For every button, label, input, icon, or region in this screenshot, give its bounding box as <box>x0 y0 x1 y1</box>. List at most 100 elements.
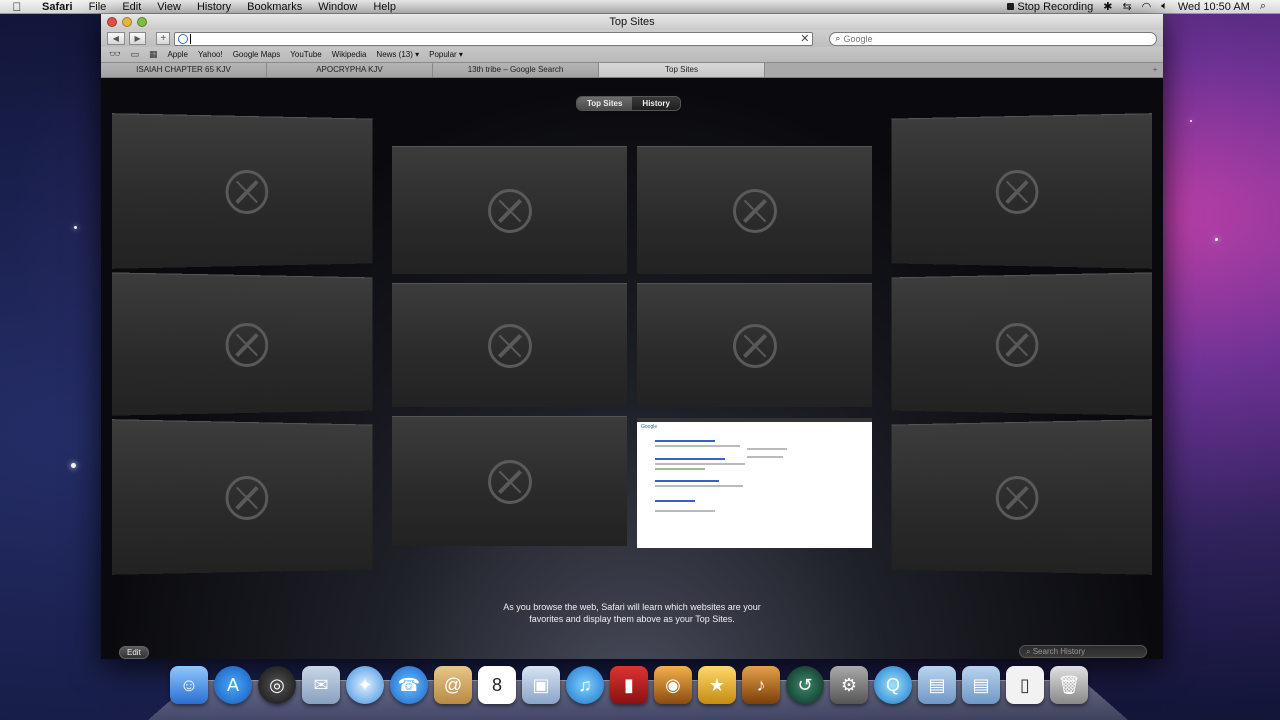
safari-icon[interactable]: ✦ <box>346 666 384 704</box>
top-site-thumbnail[interactable] <box>637 146 872 274</box>
window-controls <box>107 17 147 27</box>
edit-button[interactable]: Edit <box>119 646 149 659</box>
result-link <box>655 500 695 502</box>
menu-edit[interactable]: Edit <box>114 1 149 13</box>
bookmark-youtube[interactable]: YouTube <box>290 50 321 59</box>
safari-compass-icon <box>995 475 1039 520</box>
google-results-thumbnail[interactable]: Google <box>637 418 872 548</box>
star <box>1190 120 1192 122</box>
ichat-icon[interactable]: ☎ <box>390 666 428 704</box>
tab-13th-tribe[interactable]: 13th tribe – Google Search <box>433 63 599 77</box>
top-site-thumbnail[interactable] <box>891 113 1152 269</box>
bookmark-wikipedia[interactable]: Wikipedia <box>332 50 367 59</box>
search-icon: ⌕ <box>835 33 841 43</box>
sync-icon[interactable]: ⇆ <box>1122 0 1131 13</box>
tab-apocrypha[interactable]: APOCRYPHA KJV <box>267 63 433 77</box>
top-site-thumbnail[interactable] <box>392 283 627 407</box>
bookmark-popular-folder[interactable]: Popular ▾ <box>429 50 463 59</box>
bookmark-news-folder[interactable]: News (13) ▾ <box>376 50 419 59</box>
top-site-thumbnail[interactable] <box>637 283 872 407</box>
apple-menu-icon[interactable]:  <box>0 0 34 14</box>
menu-bookmarks[interactable]: Bookmarks <box>239 1 310 13</box>
volume-icon[interactable]: 🔈︎ <box>1161 0 1168 13</box>
preview-icon[interactable]: ▣ <box>522 666 560 704</box>
search-history-input[interactable]: ⌕ Search History <box>1019 645 1147 658</box>
stop-recording-label: Stop Recording <box>1017 0 1094 13</box>
top-site-thumbnail[interactable] <box>112 113 373 269</box>
top-sites-message: As you browse the web, Safari will learn… <box>101 601 1163 625</box>
top-site-thumbnail[interactable] <box>392 416 627 546</box>
clear-url-icon[interactable]: ✕ <box>800 32 809 45</box>
title-bar[interactable]: Top Sites <box>101 14 1163 30</box>
itunes-icon[interactable]: ♫ <box>566 666 604 704</box>
forward-button[interactable]: ▶ <box>128 32 147 45</box>
menu-clock[interactable]: Wed 10:50 AM <box>1178 1 1250 13</box>
seg-top-sites[interactable]: Top Sites <box>577 97 633 110</box>
menu-bar:  Safari File Edit View History Bookmark… <box>0 0 1280 14</box>
back-button[interactable]: ◀ <box>107 32 125 45</box>
bookmark-apple[interactable]: Apple <box>167 50 187 59</box>
iphoto-icon[interactable]: ◉ <box>654 666 692 704</box>
search-field[interactable]: ⌕ Google <box>829 31 1157 46</box>
seg-history[interactable]: History <box>632 97 680 110</box>
tab-isaiah[interactable]: ISAIAH CHAPTER 65 KJV <box>101 63 267 77</box>
google-logo: Google <box>641 424 658 430</box>
wifi-icon[interactable]: ◠ <box>1142 0 1152 13</box>
safari-compass-icon <box>995 169 1039 214</box>
trash-icon[interactable]: 🗑︎ <box>1050 666 1088 704</box>
menu-file[interactable]: File <box>81 1 115 13</box>
search-history-placeholder: Search History <box>1032 647 1086 656</box>
message-line-1: As you browse the web, Safari will learn… <box>503 602 761 612</box>
imovie-icon[interactable]: ★ <box>698 666 736 704</box>
safari-compass-icon <box>487 459 532 504</box>
documents-folder-icon[interactable]: ▤ <box>962 666 1000 704</box>
sidebar-snippet <box>747 448 787 450</box>
menu-history[interactable]: History <box>189 1 239 13</box>
mail-icon[interactable]: ✉ <box>302 666 340 704</box>
new-tab-button[interactable]: + <box>1147 63 1163 77</box>
menu-extras: Stop Recording ✱ ⇆ ◠ 🔈︎ Wed 10:50 AM ⌕ <box>1007 0 1280 13</box>
add-bookmark-button[interactable]: + <box>156 32 171 45</box>
top-sites-view: Top Sites History Google As you browse t… <box>101 78 1163 659</box>
safari-compass-icon <box>732 188 777 233</box>
stop-recording-item[interactable]: Stop Recording <box>1007 1 1093 13</box>
result-url <box>655 468 705 470</box>
close-window-button[interactable] <box>107 17 117 27</box>
address-bar[interactable]: ✕ <box>174 31 814 46</box>
ical-icon[interactable]: 8 <box>478 666 516 704</box>
applications-folder-icon[interactable]: ▤ <box>918 666 956 704</box>
top-site-thumbnail[interactable] <box>112 272 373 416</box>
tab-top-sites[interactable]: Top Sites <box>599 63 765 77</box>
safari-window: Top Sites ◀ ▶ + ✕ ⌕ Google 👓︎ ▭ ▦ Apple … <box>101 14 1163 659</box>
menu-help[interactable]: Help <box>365 1 404 13</box>
menu-window[interactable]: Window <box>310 1 365 13</box>
zoom-window-button[interactable] <box>137 17 147 27</box>
bookmark-yahoo[interactable]: Yahoo! <box>198 50 223 59</box>
minimize-window-button[interactable] <box>122 17 132 27</box>
time-machine-icon[interactable]: ↺ <box>786 666 824 704</box>
address-book-icon[interactable]: @ <box>434 666 472 704</box>
app-store-icon[interactable]: A <box>214 666 252 704</box>
garageband-icon[interactable]: ♪ <box>742 666 780 704</box>
front-row-icon[interactable]: ▮ <box>610 666 648 704</box>
result-link <box>655 440 715 442</box>
menu-view[interactable]: View <box>149 1 189 13</box>
top-site-thumbnail[interactable] <box>891 272 1152 416</box>
top-site-thumbnail[interactable] <box>112 419 373 575</box>
bluetooth-icon[interactable]: ✱ <box>1103 0 1112 13</box>
quicktime-icon[interactable]: Q <box>874 666 912 704</box>
finder-icon[interactable]: ☺ <box>170 666 208 704</box>
menu-app-safari[interactable]: Safari <box>34 1 81 13</box>
bookmark-google-maps[interactable]: Google Maps <box>233 50 281 59</box>
bookmarks-book-icon[interactable]: ▭ <box>130 49 139 60</box>
top-site-thumbnail[interactable] <box>891 419 1152 575</box>
top-site-thumbnail[interactable] <box>392 146 627 274</box>
pdf-document-icon[interactable]: ▯ <box>1006 666 1044 704</box>
toolbar: ◀ ▶ + ✕ ⌕ Google <box>101 30 1163 47</box>
window-title: Top Sites <box>609 16 655 28</box>
system-preferences-icon[interactable]: ⚙ <box>830 666 868 704</box>
reading-glasses-icon[interactable]: 👓︎ <box>109 49 120 60</box>
top-sites-grid-icon[interactable]: ▦ <box>149 49 158 60</box>
dashboard-icon[interactable]: ◎ <box>258 666 296 704</box>
spotlight-icon[interactable]: ⌕ <box>1260 0 1266 13</box>
